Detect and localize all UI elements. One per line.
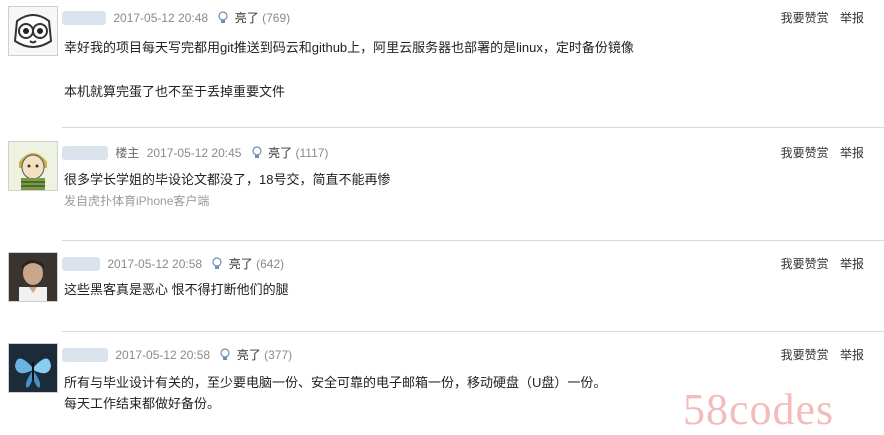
lightbulb-icon[interactable] [219, 348, 231, 361]
lightbulb-icon[interactable] [211, 257, 223, 270]
comment-text: 所有与毕业设计有关的，至少要电脑一份、安全可靠的电子邮箱一份，移动硬盘（U盘）一… [64, 375, 607, 390]
report-button[interactable]: 举报 [840, 257, 864, 271]
comment-actions: 我要赞赏 举报 [773, 144, 864, 161]
comment-actions: 我要赞赏 举报 [773, 255, 864, 272]
like-label[interactable]: 亮了 [229, 255, 253, 272]
avatar[interactable] [8, 141, 58, 191]
photo-avatar-icon [9, 253, 57, 301]
reward-button[interactable]: 我要赞赏 [781, 11, 829, 25]
comment-time: 2017-05-12 20:58 [107, 256, 203, 271]
avatar[interactable] [8, 343, 58, 393]
comment-text: 很多学长学姐的毕设论文都没了，18号交，简直不能再惨 [64, 172, 391, 187]
divider [62, 331, 884, 332]
reward-button[interactable]: 我要赞赏 [781, 146, 829, 160]
cartoon-avatar-icon [9, 142, 57, 190]
comment-text: 本机就算完蛋了也不至于丢掉重要文件 [64, 84, 286, 99]
comment-text: 幸好我的项目每天写完都用git推送到码云和github上，阿里云服务器也部署的是… [64, 40, 634, 55]
site-watermark: 58codes [683, 385, 835, 434]
comment-item: 2017-05-12 20:48 亮了 (769) 我要赞赏 举报 幸好我的项目… [0, 0, 884, 128]
like-count: (377) [264, 347, 293, 362]
comment-text: 这些黑客真是恶心 恨不得打断他们的腿 [64, 282, 289, 297]
divider [62, 240, 884, 241]
comment-item: 2017-05-12 20:58 亮了 (642) 我要赞赏 举报 这些黑客真是… [0, 246, 884, 332]
comment-time: 2017-05-12 20:45 [146, 145, 242, 160]
lightbulb-icon[interactable] [251, 146, 263, 159]
report-button[interactable]: 举报 [840, 146, 864, 160]
username-blurred[interactable] [62, 256, 100, 271]
like-count: (769) [262, 10, 291, 25]
like-count: (1117) [295, 145, 329, 160]
like-label[interactable]: 亮了 [237, 346, 261, 363]
owl-avatar-icon [9, 7, 57, 55]
comment-time: 2017-05-12 20:48 [113, 10, 209, 25]
divider [62, 127, 884, 128]
comment-text: 每天工作结束都做好备份。 [64, 396, 221, 411]
like-count: (642) [256, 256, 285, 271]
comment-meta: 楼主 2017-05-12 20:45 亮了 (1117) [62, 144, 328, 160]
comment-meta: 2017-05-12 20:58 亮了 (377) [62, 346, 292, 362]
post-source: 发自虎扑体育iPhone客户端 [64, 194, 210, 208]
reward-button[interactable]: 我要赞赏 [781, 257, 829, 271]
like-label[interactable]: 亮了 [235, 9, 259, 26]
username-blurred[interactable] [62, 145, 108, 160]
avatar[interactable] [8, 252, 58, 302]
comment-actions: 我要赞赏 举报 [773, 9, 864, 26]
username-blurred[interactable] [62, 347, 108, 362]
lightbulb-icon[interactable] [217, 11, 229, 24]
report-button[interactable]: 举报 [840, 348, 864, 362]
op-badge: 楼主 [115, 146, 140, 160]
comment-meta: 2017-05-12 20:48 亮了 (769) [62, 9, 290, 25]
like-label[interactable]: 亮了 [268, 144, 292, 161]
username-blurred[interactable] [62, 10, 106, 25]
avatar[interactable] [8, 6, 58, 56]
butterfly-avatar-icon [9, 344, 57, 392]
comment-time: 2017-05-12 20:58 [115, 347, 211, 362]
comment-meta: 2017-05-12 20:58 亮了 (642) [62, 255, 284, 271]
comment-item: 楼主 2017-05-12 20:45 亮了 (1117) 我要赞赏 举报 很多… [0, 135, 884, 241]
report-button[interactable]: 举报 [840, 11, 864, 25]
reward-button[interactable]: 我要赞赏 [781, 348, 829, 362]
comment-actions: 我要赞赏 举报 [773, 346, 864, 363]
